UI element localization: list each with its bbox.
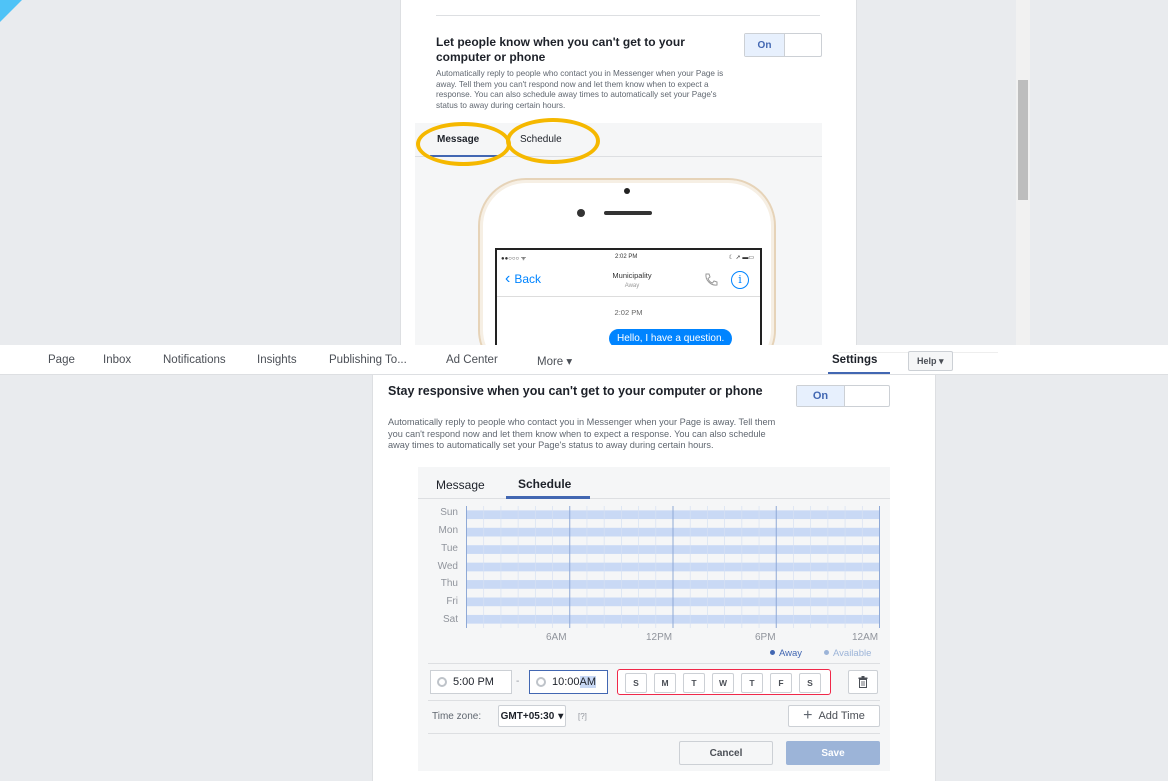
nav-ad-center[interactable]: Ad Center (446, 354, 498, 366)
top-screenshot: Let people know when you can't get to yo… (0, 0, 1168, 345)
toggle-off-area (845, 386, 889, 406)
start-time-value: 5:00 PM (453, 676, 494, 688)
legend-away: Away (770, 648, 802, 659)
away-toggle[interactable]: On (796, 385, 890, 407)
day-label-thu: Thu (440, 578, 458, 589)
end-time-period-selected: AM (579, 676, 597, 688)
weekday-selector: S M T W T F S (617, 669, 831, 695)
help-button[interactable]: Help ▾ (908, 351, 953, 371)
end-time-hour: 10:00 (552, 676, 580, 688)
timezone-label: Time zone: (432, 711, 482, 722)
nav-publishing-tools[interactable]: Publishing To... (329, 354, 407, 366)
phone-header-divider (497, 296, 760, 297)
add-time-label: Add Time (818, 710, 865, 722)
phone-message-time: 2:02 PM (614, 308, 643, 317)
nav-page[interactable]: Page (48, 354, 75, 366)
away-description: Automatically reply to people who contac… (388, 417, 776, 450)
end-time-input[interactable]: 10:00AM (529, 670, 608, 694)
legend-available: Available (824, 648, 871, 659)
tab-schedule[interactable]: Schedule (518, 477, 571, 491)
top-away-toggle[interactable]: On (744, 33, 822, 57)
end-time-value: 10:00AM (552, 676, 597, 688)
scrollbar-thumb[interactable] (1018, 80, 1028, 200)
day-label-wed: Wed (437, 561, 458, 572)
save-button[interactable]: Save (786, 741, 880, 765)
timezone-select[interactable]: GMT+05:30 ▾ (498, 705, 566, 727)
tab-bar-divider (418, 498, 890, 499)
hour-label-12am: 12AM (852, 632, 879, 643)
divider (428, 663, 880, 664)
schedule-grid[interactable] (466, 506, 880, 628)
phone-camera (624, 188, 630, 194)
weekday-button-sat[interactable]: S (799, 673, 821, 693)
legend-away-label: Away (779, 648, 803, 659)
nav-notifications[interactable]: Notifications (163, 354, 226, 366)
top-away-description: Automatically reply to people who contac… (436, 69, 724, 110)
start-time-input[interactable]: 5:00 PM (430, 670, 512, 694)
phone-screen: ●●○○○ ᯤ 2:02 PM ☾ ➚ ▬▭ ‹ Back Municipali… (495, 248, 762, 345)
legend-available-label: Available (833, 648, 872, 659)
phone-call-icon (705, 273, 718, 286)
toggle-off-area (785, 34, 821, 56)
toggle-on-label: On (797, 386, 845, 406)
hour-label-6am: 6AM (546, 632, 567, 643)
trash-icon (858, 676, 868, 688)
signal-icon: ●●○○○ ᯤ (501, 256, 527, 262)
nav-insights[interactable]: Insights (257, 354, 297, 366)
chevron-left-icon: ‹ (505, 270, 511, 287)
clock-icon (536, 677, 546, 687)
clock-icon (437, 677, 447, 687)
info-icon: i (731, 271, 749, 289)
nav-settings[interactable]: Settings (832, 354, 877, 366)
status-time: 2:02 PM (615, 254, 638, 260)
back-label: Back (514, 272, 542, 286)
schedule-grid-svg (466, 506, 880, 628)
highlight-circle-message (416, 122, 511, 166)
time-range-separator: - (516, 676, 520, 687)
away-dot-icon (770, 650, 775, 655)
day-label-tue: Tue (441, 543, 458, 554)
tab-message[interactable]: Message (436, 478, 485, 492)
day-label-sun: Sun (440, 507, 458, 518)
nav-active-underline (828, 372, 890, 374)
weekday-button-fri[interactable]: F (770, 673, 792, 693)
page-nav-bar: Page Inbox Notifications Insights Publis… (0, 345, 1168, 375)
phone-back-button: ‹ Back (505, 270, 542, 287)
timezone-help-link[interactable]: [?] (578, 712, 587, 721)
top-away-title: Let people know when you can't get to yo… (436, 35, 685, 64)
weekday-button-thu[interactable]: T (741, 673, 763, 693)
active-tab-underline (506, 496, 590, 499)
cancel-button[interactable]: Cancel (679, 741, 773, 765)
highlight-circle-schedule (506, 118, 600, 164)
divider (428, 700, 880, 701)
delete-time-button[interactable] (848, 670, 878, 694)
corner-decoration (0, 0, 22, 22)
weekday-button-sun[interactable]: S (625, 673, 647, 693)
day-label-fri: Fri (446, 596, 458, 607)
weekday-button-tue[interactable]: T (683, 673, 705, 693)
phone-front-lens (577, 209, 585, 217)
timezone-value: GMT+05:30 (500, 710, 555, 722)
nav-more[interactable]: More ▾ (537, 354, 572, 368)
hour-label-6pm: 6PM (755, 632, 776, 643)
weekday-button-mon[interactable]: M (654, 673, 676, 693)
toggle-on-label: On (745, 34, 785, 56)
day-label-mon: Mon (438, 525, 458, 536)
away-title: Stay responsive when you can't get to yo… (388, 384, 763, 398)
phone-contact-name: Municipality (612, 271, 652, 280)
add-time-button[interactable]: + Add Time (788, 705, 880, 727)
battery-icon: ☾ ➚ ▬▭ (728, 255, 754, 261)
plus-icon: + (803, 707, 813, 724)
phone-message-bubble: Hello, I have a question. (609, 329, 733, 345)
phone-speaker (604, 211, 652, 215)
hour-label-12pm: 12PM (646, 632, 673, 643)
nav-inbox[interactable]: Inbox (103, 354, 131, 366)
available-dot-icon (824, 650, 829, 655)
divider (428, 733, 880, 734)
day-label-sat: Sat (442, 614, 458, 625)
top-divider (436, 15, 820, 16)
caret-down-icon: ▾ (558, 710, 564, 722)
weekday-button-wed[interactable]: W (712, 673, 734, 693)
phone-contact-status: Away (624, 283, 640, 289)
